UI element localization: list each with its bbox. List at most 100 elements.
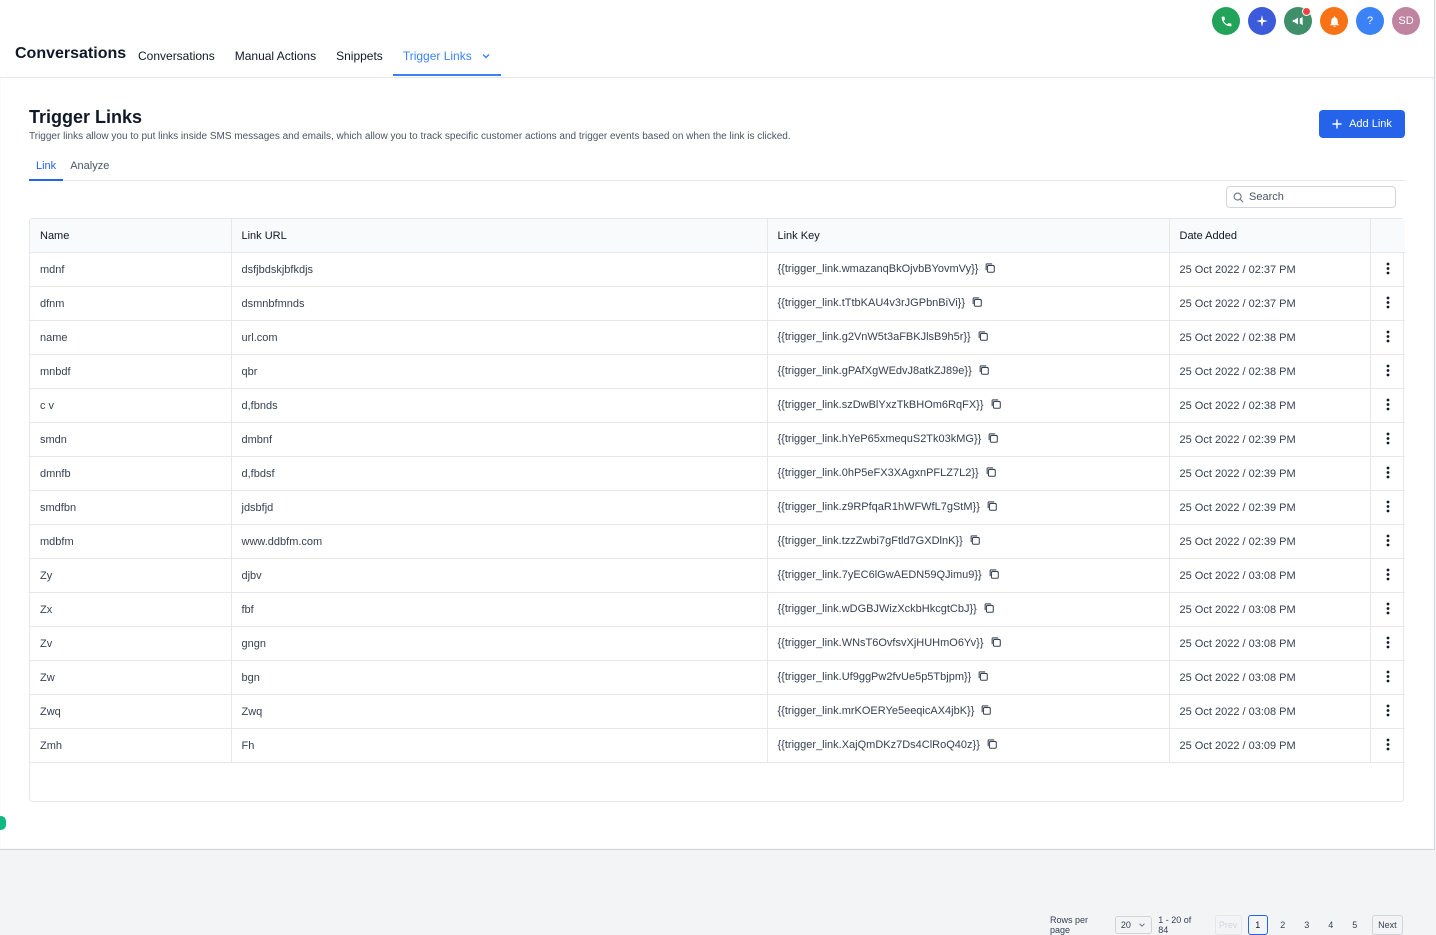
more-options-icon[interactable] — [1386, 466, 1390, 482]
more-options-icon[interactable] — [1386, 534, 1390, 550]
copy-icon[interactable] — [985, 466, 997, 481]
cell-date-added: 25 Oct 2022 / 03:09 PM — [1169, 728, 1371, 763]
nav-conversations[interactable]: Conversations — [128, 48, 225, 76]
more-options-icon[interactable] — [1386, 330, 1390, 346]
row-actions — [1370, 354, 1405, 389]
copy-icon[interactable] — [986, 738, 998, 753]
search-input[interactable] — [1249, 191, 1389, 203]
more-options-icon[interactable] — [1386, 704, 1390, 720]
cell-date-added: 25 Oct 2022 / 03:08 PM — [1169, 592, 1371, 627]
table-row: smdfbn jdsbfjd {{trigger_link.z9RPfqaR1hWF… — [30, 490, 1405, 525]
table-body: mdnf dsfjbdskjbfkdjs {{trigger_link.wmazan… — [30, 252, 1405, 763]
page-button-4[interactable]: 4 — [1322, 916, 1340, 934]
more-options-icon[interactable] — [1386, 364, 1390, 380]
link-key-text: {{trigger_link.szDwBlYxzTkBHOm6RqFX}} — [777, 399, 984, 411]
cell-name: mnbdf — [30, 354, 232, 389]
more-options-icon[interactable] — [1386, 602, 1390, 618]
column-header-link-url[interactable]: Link URL — [231, 219, 768, 253]
table-row: c v d,fbnds {{trigger_link.szDwBlYxzTkBHOm… — [30, 388, 1405, 423]
row-actions — [1370, 252, 1405, 287]
row-actions — [1370, 626, 1405, 661]
next-page-button[interactable]: Next — [1371, 915, 1403, 935]
column-header-name[interactable]: Name — [30, 219, 232, 253]
more-options-icon[interactable] — [1386, 670, 1390, 686]
rows-per-page-value: 20 — [1120, 920, 1131, 930]
more-options-icon[interactable] — [1386, 398, 1390, 414]
copy-icon[interactable] — [977, 670, 989, 685]
table-row: Zy djbv {{trigger_link.7yEC6lGwAEDN59QJimu… — [30, 558, 1405, 593]
cell-date-added: 25 Oct 2022 / 02:39 PM — [1169, 422, 1371, 457]
copy-icon[interactable] — [990, 636, 1002, 651]
cell-link-url: dsmnbfmnds — [231, 286, 768, 321]
avatar[interactable]: SD — [1392, 7, 1420, 35]
help-icon[interactable]: ? — [1356, 7, 1384, 35]
copy-icon[interactable] — [990, 398, 1002, 413]
tab-analyze[interactable]: Analyze — [63, 160, 116, 180]
cell-link-key: {{trigger_link.7yEC6lGwAEDN59QJimu9}} — [767, 558, 1170, 593]
chevron-down-icon — [1139, 923, 1145, 927]
table-row: dmnfb d,fbdsf {{trigger_link.0hP5eFX3XAgxn… — [30, 456, 1405, 491]
tab-link[interactable]: Link — [29, 160, 64, 181]
row-actions — [1370, 660, 1405, 695]
nav-snippets[interactable]: Snippets — [326, 48, 393, 76]
links-table: Name Link URL Link Key Date Added mdnf ds… — [30, 219, 1405, 763]
page-button-3[interactable]: 3 — [1298, 916, 1316, 934]
prev-page-button[interactable]: Prev — [1214, 915, 1242, 935]
add-link-button[interactable]: Add Link — [1319, 110, 1405, 138]
cell-link-url: dsfjbdskjbfkdjs — [231, 252, 768, 287]
table-row: mdnf dsfjbdskjbfkdjs {{trigger_link.wmazan… — [30, 252, 1405, 287]
copy-icon[interactable] — [980, 704, 992, 719]
page-button-2[interactable]: 2 — [1274, 916, 1292, 934]
more-options-icon[interactable] — [1386, 432, 1390, 448]
copy-icon[interactable] — [978, 364, 990, 379]
rows-per-page-select[interactable]: 20 — [1114, 916, 1153, 934]
cell-name: Zwq — [30, 694, 232, 729]
page-subtitle: Trigger links allow you to put links ins… — [29, 131, 791, 142]
more-options-icon[interactable] — [1386, 738, 1390, 754]
table-row: Zx fbf {{trigger_link.wDGBJWizXckbHkcgtCbJ… — [30, 592, 1405, 627]
table-row: dfnm dsmnbfmnds {{trigger_link.tTtbKAU4v3r… — [30, 286, 1405, 321]
column-header-link-key[interactable]: Link Key — [767, 219, 1170, 253]
more-options-icon[interactable] — [1386, 262, 1390, 278]
copy-icon[interactable] — [984, 262, 996, 277]
link-key-text: {{trigger_link.g2VnW5t3aFBKJlsB9h5r}} — [777, 331, 971, 343]
copy-icon[interactable] — [988, 568, 1000, 583]
table-row: Zv gngn {{trigger_link.WNsT6OvfsvXjHUHmO6Y… — [30, 626, 1405, 661]
cell-link-key: {{trigger_link.szDwBlYxzTkBHOm6RqFX}} — [767, 388, 1170, 423]
notification-dot — [1302, 7, 1311, 16]
nav-trigger-links[interactable]: Trigger Links — [392, 48, 502, 76]
row-actions — [1370, 558, 1405, 593]
copy-icon[interactable] — [986, 500, 998, 515]
copy-icon[interactable] — [977, 330, 989, 345]
page-brand: Conversations — [15, 45, 127, 62]
more-options-icon[interactable] — [1386, 296, 1390, 312]
cell-link-url: www.ddbfm.com — [231, 524, 768, 559]
megaphone-icon[interactable] — [1284, 7, 1312, 35]
sparkle-icon[interactable] — [1248, 7, 1276, 35]
phone-icon[interactable] — [1212, 7, 1240, 35]
cell-name: dfnm — [30, 286, 232, 321]
table-row: Zmh Fh {{trigger_link.XajQmDKz7Ds4ClRoQ40z… — [30, 728, 1405, 763]
bell-icon[interactable] — [1320, 7, 1348, 35]
header-actions: ? SD — [1212, 7, 1420, 35]
copy-icon[interactable] — [987, 432, 999, 447]
cell-link-key: {{trigger_link.wDGBJWizXckbHkcgtCbJ}} — [767, 592, 1170, 627]
copy-icon[interactable] — [971, 296, 983, 311]
page-button-1[interactable]: 1 — [1247, 915, 1268, 935]
more-options-icon[interactable] — [1386, 568, 1390, 584]
more-options-icon[interactable] — [1386, 636, 1390, 652]
column-header-date-added[interactable]: Date Added — [1169, 219, 1371, 253]
cell-date-added: 25 Oct 2022 / 02:39 PM — [1169, 524, 1371, 559]
main-nav: Conversations Manual Actions Snippets Tr… — [128, 48, 502, 76]
page-button-5[interactable]: 5 — [1346, 916, 1364, 934]
cell-name: Zw — [30, 660, 232, 695]
copy-icon[interactable] — [969, 534, 981, 549]
table-row: mnbdf qbr {{trigger_link.gPAfXgWEdvJ8atkZJ… — [30, 354, 1405, 389]
row-actions — [1370, 592, 1405, 627]
link-key-text: {{trigger_link.hYeP65xmequS2Tk03kMG}} — [777, 433, 982, 445]
copy-icon[interactable] — [983, 602, 995, 617]
cell-name: Zx — [30, 592, 232, 627]
nav-manual-actions[interactable]: Manual Actions — [225, 48, 326, 76]
cell-date-added: 25 Oct 2022 / 02:37 PM — [1169, 252, 1371, 287]
more-options-icon[interactable] — [1386, 500, 1390, 516]
